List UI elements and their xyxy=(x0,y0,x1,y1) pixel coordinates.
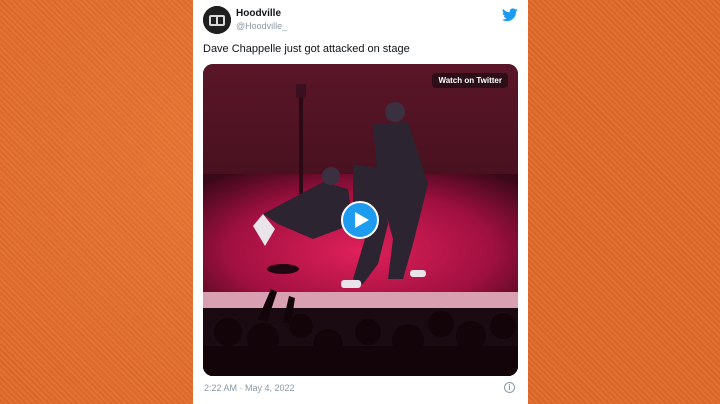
avatar[interactable] xyxy=(203,6,231,34)
twitter-bird-icon[interactable] xyxy=(502,8,518,22)
video-player[interactable]: Watch on Twitter xyxy=(203,64,518,376)
play-button[interactable] xyxy=(341,201,379,239)
author-name[interactable]: Hoodville xyxy=(236,8,281,19)
watch-on-twitter-badge[interactable]: Watch on Twitter xyxy=(432,73,508,88)
info-icon[interactable]: i xyxy=(504,382,515,393)
tweet-timestamp[interactable]: 2:22 AM · May 4, 2022 xyxy=(204,383,295,393)
play-icon xyxy=(355,212,369,228)
tweet-text: Dave Chappelle just got attacked on stag… xyxy=(203,43,410,55)
author-handle[interactable]: @Hoodville_ xyxy=(236,21,287,31)
